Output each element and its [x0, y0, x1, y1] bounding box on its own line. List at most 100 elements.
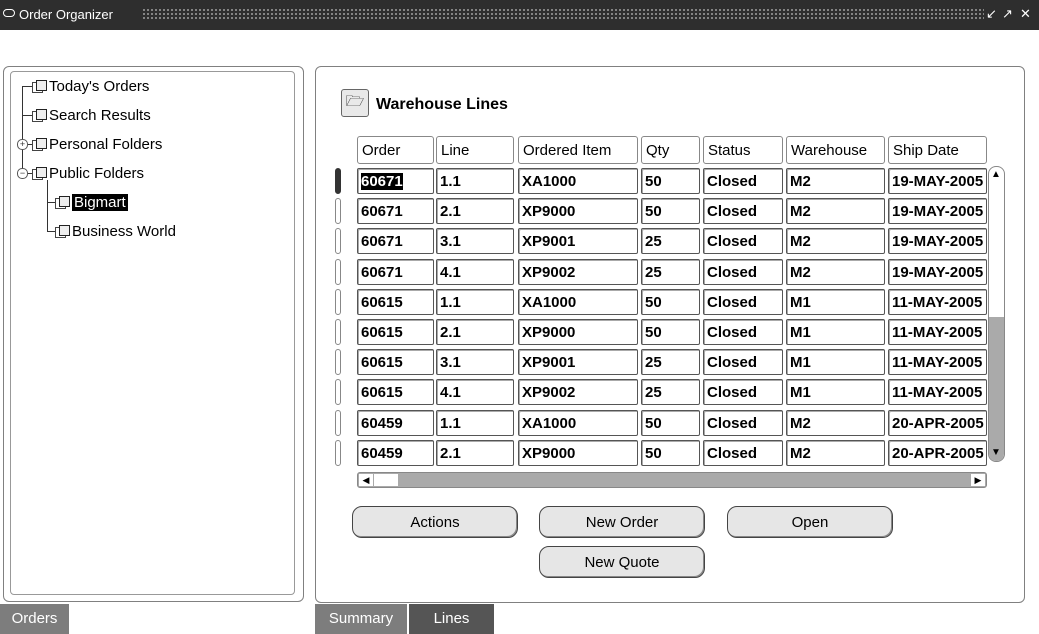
cell-ordered-item[interactable]: XP9002 — [518, 379, 638, 406]
cell-qty[interactable]: 25 — [641, 349, 700, 376]
cell-status[interactable]: Closed — [703, 319, 783, 345]
cell-order[interactable]: 60459 — [357, 409, 434, 436]
cell-ordered-item[interactable]: XP9002 — [518, 258, 638, 285]
cell-line[interactable]: 1.1 — [436, 168, 514, 194]
expand-icon[interactable]: + — [17, 139, 28, 150]
tab-lines[interactable]: Lines — [409, 604, 494, 634]
cell-line[interactable]: 1.1 — [436, 288, 514, 315]
cell-line[interactable]: 4.1 — [436, 258, 514, 285]
column-header-status[interactable]: Status — [703, 136, 783, 164]
cell-line[interactable]: 2.1 — [436, 198, 514, 225]
cell-status[interactable]: Closed — [703, 379, 783, 406]
cell-ship-date[interactable]: 19-MAY-2005 — [888, 198, 987, 225]
cell-warehouse[interactable]: M2 — [786, 409, 885, 436]
row-selector[interactable] — [335, 228, 341, 255]
cell-qty[interactable]: 50 — [641, 168, 700, 194]
cell-ordered-item[interactable]: XP9001 — [518, 228, 638, 255]
cell-order[interactable]: 60671 — [357, 168, 434, 194]
open-button[interactable]: Open — [727, 506, 893, 538]
cell-ship-date[interactable]: 19-MAY-2005 — [888, 168, 987, 194]
cell-qty[interactable]: 50 — [641, 409, 700, 436]
open-folder-button[interactable]: 🗁 — [341, 89, 369, 117]
row-selector[interactable] — [335, 319, 341, 345]
cell-line[interactable]: 4.1 — [436, 379, 514, 406]
tree-item-business-world[interactable]: Business World — [55, 222, 176, 242]
cell-ship-date[interactable]: 11-MAY-2005 — [888, 349, 987, 376]
row-selector[interactable] — [335, 288, 341, 315]
cell-status[interactable]: Closed — [703, 439, 783, 466]
cell-order[interactable]: 60615 — [357, 319, 434, 345]
cell-warehouse[interactable]: M1 — [786, 288, 885, 315]
cell-warehouse[interactable]: M1 — [786, 349, 885, 376]
cell-order[interactable]: 60459 — [357, 439, 434, 466]
cell-ship-date[interactable]: 19-MAY-2005 — [888, 228, 987, 255]
cell-status[interactable]: Closed — [703, 409, 783, 436]
cell-order[interactable]: 60671 — [357, 198, 434, 225]
collapse-icon[interactable]: − — [17, 168, 28, 179]
cell-warehouse[interactable]: M1 — [786, 379, 885, 406]
cell-line[interactable]: 3.1 — [436, 228, 514, 255]
cell-warehouse[interactable]: M1 — [786, 319, 885, 345]
cell-order[interactable]: 60671 — [357, 258, 434, 285]
cell-ship-date[interactable]: 11-MAY-2005 — [888, 379, 987, 406]
cell-ordered-item[interactable]: XP9001 — [518, 349, 638, 376]
scrollbar-thumb[interactable] — [989, 317, 1004, 461]
cell-warehouse[interactable]: M2 — [786, 198, 885, 225]
column-header-line[interactable]: Line — [436, 136, 514, 164]
cell-ship-date[interactable]: 20-APR-2005 — [888, 439, 987, 466]
cell-ship-date[interactable]: 11-MAY-2005 — [888, 319, 987, 345]
scroll-down-icon[interactable]: ▼ — [991, 448, 1001, 458]
row-selector[interactable] — [335, 258, 341, 285]
scroll-up-icon[interactable]: ▲ — [991, 170, 1001, 180]
cell-order[interactable]: 60615 — [357, 379, 434, 406]
row-selector[interactable] — [335, 168, 341, 194]
column-header-ship-date[interactable]: Ship Date — [888, 136, 987, 164]
cell-order[interactable]: 60615 — [357, 349, 434, 376]
cell-ship-date[interactable]: 19-MAY-2005 — [888, 258, 987, 285]
cell-order[interactable]: 60671 — [357, 228, 434, 255]
close-icon[interactable]: ✕ — [1020, 6, 1031, 22]
cell-status[interactable]: Closed — [703, 258, 783, 285]
cell-order[interactable]: 60615 — [357, 288, 434, 315]
cell-status[interactable]: Closed — [703, 349, 783, 376]
new-quote-button[interactable]: New Quote — [539, 546, 705, 578]
tree-item-todays-orders[interactable]: Today's Orders — [32, 77, 149, 97]
column-header-qty[interactable]: Qty — [641, 136, 700, 164]
scrollbar-thumb[interactable] — [374, 474, 398, 486]
column-header-ordered-item[interactable]: Ordered Item — [518, 136, 638, 164]
cell-qty[interactable]: 50 — [641, 288, 700, 315]
row-selector[interactable] — [335, 439, 341, 466]
cell-warehouse[interactable]: M2 — [786, 168, 885, 194]
cell-ship-date[interactable]: 11-MAY-2005 — [888, 288, 987, 315]
row-selector[interactable] — [335, 409, 341, 436]
cell-ship-date[interactable]: 20-APR-2005 — [888, 409, 987, 436]
cell-line[interactable]: 3.1 — [436, 349, 514, 376]
tree-item-search-results[interactable]: Search Results — [32, 106, 151, 126]
new-order-button[interactable]: New Order — [539, 506, 705, 538]
tab-orders[interactable]: Orders — [0, 604, 69, 634]
cell-qty[interactable]: 50 — [641, 439, 700, 466]
cell-ordered-item[interactable]: XP9000 — [518, 198, 638, 225]
tree-item-bigmart[interactable]: Bigmart — [55, 193, 128, 213]
tree-item-personal-folders[interactable]: Personal Folders — [32, 135, 162, 155]
cell-warehouse[interactable]: M2 — [786, 439, 885, 466]
minimize-icon[interactable]: ↙ — [986, 6, 997, 22]
actions-button[interactable]: Actions — [352, 506, 518, 538]
cell-line[interactable]: 1.1 — [436, 409, 514, 436]
column-header-order[interactable]: Order — [357, 136, 434, 164]
cell-line[interactable]: 2.1 — [436, 439, 514, 466]
cell-qty[interactable]: 25 — [641, 379, 700, 406]
maximize-icon[interactable]: ↗ — [1002, 6, 1013, 22]
tab-summary[interactable]: Summary — [315, 604, 407, 634]
column-header-warehouse[interactable]: Warehouse — [786, 136, 885, 164]
cell-warehouse[interactable]: M2 — [786, 258, 885, 285]
cell-qty[interactable]: 50 — [641, 198, 700, 225]
cell-qty[interactable]: 25 — [641, 258, 700, 285]
vertical-scrollbar[interactable]: ▲ ▼ — [988, 166, 1005, 462]
cell-warehouse[interactable]: M2 — [786, 228, 885, 255]
cell-status[interactable]: Closed — [703, 288, 783, 315]
row-selector[interactable] — [335, 198, 341, 225]
cell-ordered-item[interactable]: XA1000 — [518, 288, 638, 315]
cell-ordered-item[interactable]: XP9000 — [518, 319, 638, 345]
cell-status[interactable]: Closed — [703, 228, 783, 255]
